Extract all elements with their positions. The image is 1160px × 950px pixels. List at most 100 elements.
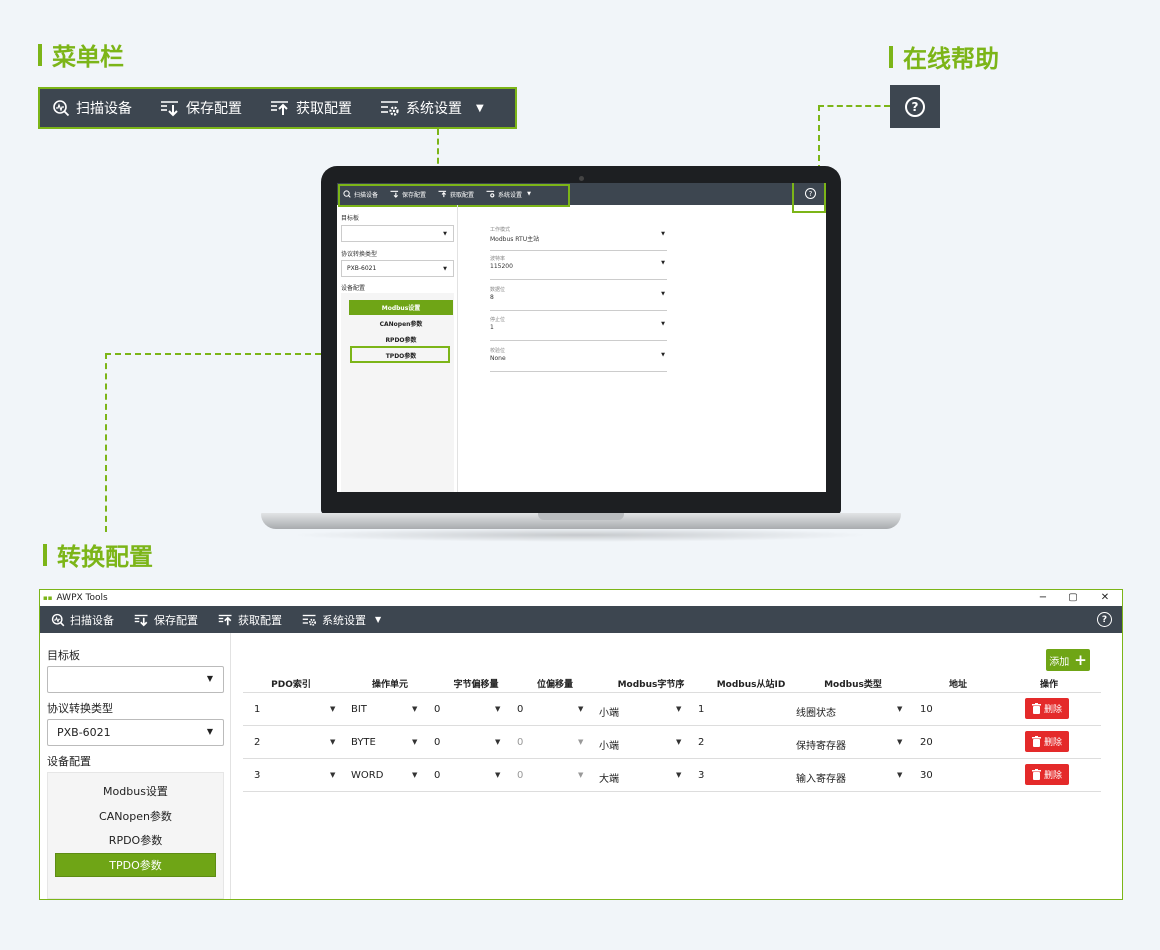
address-input[interactable]: 20 [920, 737, 933, 748]
laptop-shadow [290, 528, 870, 542]
address-input[interactable]: 30 [920, 770, 933, 781]
pdo-index-select[interactable]: 2 [254, 737, 260, 748]
unit-select[interactable]: WORD [351, 770, 383, 781]
system-settings-menu[interactable]: 系统设置 ▼ [302, 612, 381, 628]
chevron-down-icon: ▼ [330, 705, 336, 713]
field-label: 校验位 [490, 348, 506, 354]
nav-modbus-settings[interactable]: Modbus设置 [55, 779, 216, 803]
modbus-type-select[interactable]: 输入寄存器 [796, 770, 846, 785]
slave-id-input[interactable]: 2 [698, 737, 704, 748]
gear-icon [380, 99, 400, 117]
delete-button[interactable]: 删除 [1025, 698, 1069, 719]
gear-icon [302, 613, 317, 627]
screen-target-board-select[interactable]: ▼ [341, 225, 454, 242]
slave-id-input[interactable]: 1 [698, 704, 704, 715]
trash-icon [1031, 703, 1041, 714]
fetch-config-button[interactable]: 获取配置 [270, 98, 352, 118]
delete-label: 删除 [1043, 771, 1062, 781]
chevron-down-icon: ▼ [443, 230, 447, 237]
chevron-down-icon: ▼ [578, 771, 584, 779]
chevron-down-icon: ▼ [495, 705, 501, 713]
chevron-down-icon: ▼ [676, 705, 682, 713]
callout-help-button[interactable]: ? [890, 85, 940, 128]
nav-rpdo-params[interactable]: RPDO参数 [55, 828, 216, 852]
field-value: None [490, 355, 506, 362]
table-row: 3 ▼ WORD ▼ 0 ▼ 0 ▼ 大端 ▼ 3 输入寄存器 ▼ 30 删除 [243, 759, 1101, 792]
delete-button[interactable]: 删除 [1025, 731, 1069, 752]
screen-field-data-bits[interactable]: 数据位 8 ▼ [490, 281, 667, 311]
delete-button[interactable]: 删除 [1025, 764, 1069, 785]
address-input[interactable]: 10 [920, 704, 933, 715]
field-value: 115200 [490, 263, 513, 270]
byte-offset-select[interactable]: 0 [434, 770, 440, 781]
chevron-down-icon: ▼ [412, 771, 418, 779]
laptop-notch [538, 513, 624, 520]
screen-field-baud-rate[interactable]: 波特率 115200 ▼ [490, 250, 667, 280]
table-row: 1 ▼ BIT ▼ 0 ▼ 0 ▼ 小端 ▼ 1 线圈状态 ▼ 10 删除 [243, 693, 1101, 726]
save-config-button[interactable]: 保存配置 [160, 98, 242, 118]
protocol-type-label: 协议转换类型 [47, 702, 113, 715]
app-menubar: 扫描设备 保存配置 获取配置 系统设置 ▼ [40, 606, 1122, 633]
byte-offset-select[interactable]: 0 [434, 737, 440, 748]
chevron-down-icon: ▼ [661, 321, 665, 327]
screen-protocol-value: PXB-6021 [347, 265, 377, 272]
connector-line [818, 105, 890, 107]
screen-field-work-mode[interactable]: 工作模式 Modbus RTU主站 ▼ [490, 221, 667, 251]
screen-protocol-select[interactable]: PXB-6021 ▼ [341, 260, 454, 277]
screen-nav-canopen[interactable]: CANopen参数 [349, 316, 453, 331]
scan-devices-button[interactable]: 扫描设备 [51, 612, 114, 628]
field-value: Modbus RTU主站 [490, 236, 540, 243]
connector-line [105, 353, 351, 355]
nav-canopen-params[interactable]: CANopen参数 [55, 804, 216, 828]
byte-order-select[interactable]: 小端 [599, 737, 619, 752]
byte-order-select[interactable]: 小端 [599, 704, 619, 719]
add-button[interactable]: 添加 + [1046, 649, 1090, 671]
nav-tpdo-params[interactable]: TPDO参数 [55, 853, 216, 877]
bit-offset-select: 0 [517, 770, 524, 781]
section-label-text: 转换配置 [57, 543, 153, 571]
screen-field-parity[interactable]: 校验位 None ▼ [490, 342, 667, 372]
byte-order-select[interactable]: 大端 [599, 770, 619, 785]
bit-offset-select[interactable]: 0 [517, 704, 523, 715]
target-board-select[interactable]: ▼ [47, 666, 224, 693]
screen-field-stop-bits[interactable]: 停止位 1 ▼ [490, 311, 667, 341]
save-icon [160, 99, 180, 117]
protocol-type-select[interactable]: PXB-6021 ▼ [47, 719, 224, 746]
trash-icon [1031, 736, 1041, 747]
system-settings-menu[interactable]: 系统设置 ▼ [380, 98, 484, 118]
column-header: Modbus字节序 [617, 680, 685, 690]
save-config-button[interactable]: 保存配置 [134, 612, 198, 628]
modbus-type-select[interactable]: 保持寄存器 [796, 737, 846, 752]
screen-nav-modbus[interactable]: Modbus设置 [349, 300, 453, 315]
screen-nav-box: Modbus设置 CANopen参数 RPDO参数 TPDO参数 [341, 293, 454, 492]
system-label: 系统设置 [406, 101, 462, 117]
chevron-down-icon: ▼ [476, 102, 484, 114]
plus-icon: + [1074, 651, 1087, 669]
help-button[interactable]: ? [1097, 612, 1112, 627]
section-label-text: 在线帮助 [903, 45, 999, 73]
section-label-help: 在线帮助 [889, 39, 999, 74]
unit-select[interactable]: BYTE [351, 737, 376, 748]
field-label: 波特率 [490, 256, 506, 262]
maximize-button[interactable]: ▢ [1063, 590, 1083, 606]
byte-offset-select[interactable]: 0 [434, 704, 440, 715]
pdo-index-select[interactable]: 3 [254, 770, 260, 781]
screen-nav-rpdo[interactable]: RPDO参数 [349, 332, 453, 347]
column-header: 地址 [948, 680, 967, 690]
fetch-config-button[interactable]: 获取配置 [218, 612, 282, 628]
minimize-button[interactable]: − [1033, 590, 1053, 606]
app-window: ▪▪ AWPX Tools − ▢ ✕ 扫描设备 保存配置 获取配置 系统设置 … [39, 589, 1123, 900]
column-header: 操作单元 [371, 680, 408, 690]
scan-devices-button[interactable]: 扫描设备 [52, 98, 132, 118]
chevron-down-icon: ▼ [661, 231, 665, 237]
pdo-index-select[interactable]: 1 [254, 704, 260, 715]
slave-id-input[interactable]: 3 [698, 770, 704, 781]
close-button[interactable]: ✕ [1095, 590, 1115, 606]
fetch-icon [270, 99, 290, 117]
label-bar [38, 43, 42, 66]
section-label-text: 菜单栏 [52, 43, 124, 71]
unit-select[interactable]: BIT [351, 704, 367, 715]
modbus-type-select[interactable]: 线圈状态 [796, 704, 836, 719]
field-value: 8 [490, 294, 494, 301]
device-config-nav: Modbus设置 CANopen参数 RPDO参数 TPDO参数 [47, 772, 224, 899]
